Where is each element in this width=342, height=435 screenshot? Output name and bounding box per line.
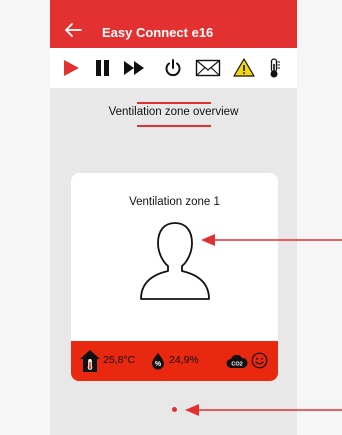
annotation-arrow-avatar (201, 234, 342, 246)
annotation-arrow-dot (185, 404, 342, 416)
annotation-arrows (185, 234, 342, 416)
